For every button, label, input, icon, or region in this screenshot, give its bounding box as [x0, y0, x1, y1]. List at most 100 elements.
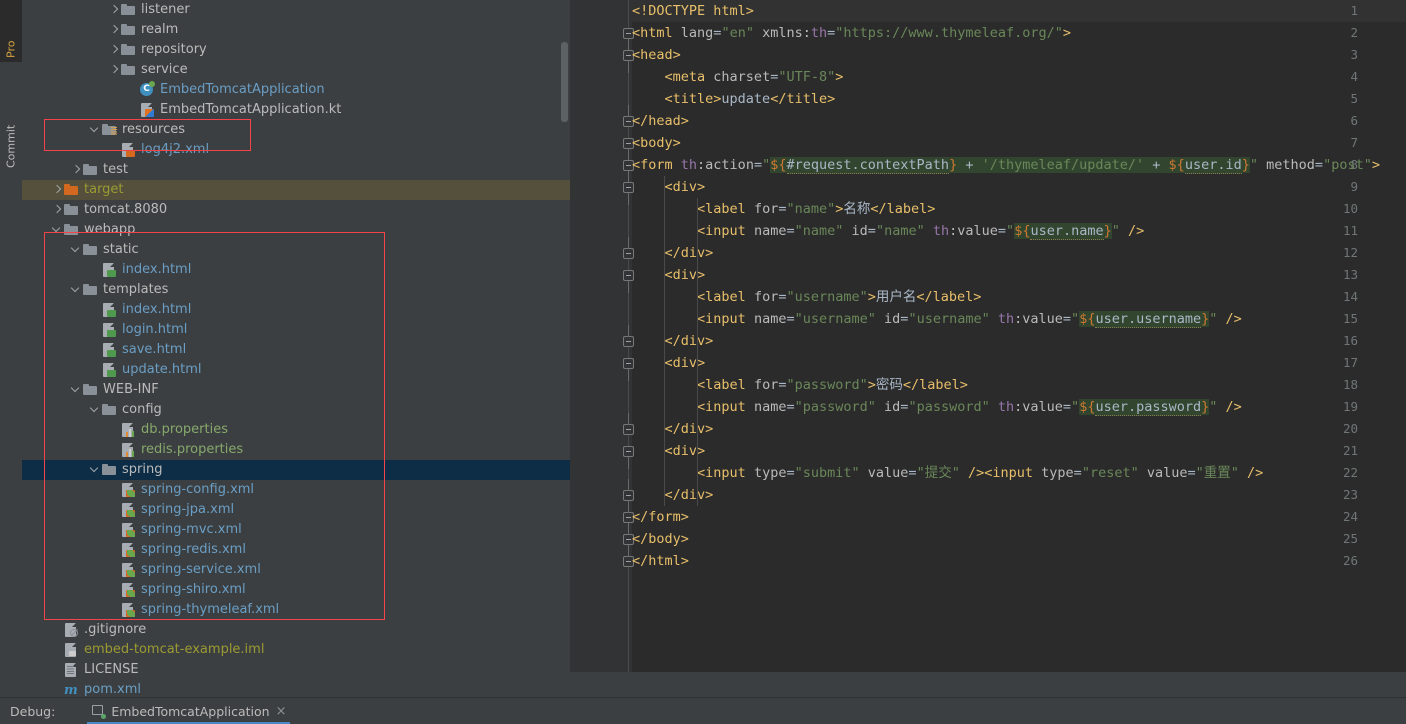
chevron-right-icon[interactable] — [51, 180, 63, 200]
tree-item-repository[interactable]: repository — [22, 40, 570, 60]
chevron-down-icon[interactable] — [70, 380, 82, 400]
tree-item-label: spring-service.xml — [141, 562, 261, 577]
tree-item-label: redis.properties — [141, 442, 244, 457]
line-number: 23 — [1342, 487, 1358, 502]
tree-item-redis-properties[interactable]: redis.properties — [22, 440, 570, 460]
code-token: = — [1187, 465, 1196, 481]
tree-item-static[interactable]: static — [22, 240, 570, 260]
tree-item-spring-service-xml[interactable]: spring-service.xml — [22, 560, 570, 580]
tree-item-service[interactable]: service — [22, 60, 570, 80]
chevron-right-icon[interactable] — [108, 40, 120, 60]
code-token: value — [1146, 465, 1188, 481]
chevron-down-icon[interactable] — [70, 280, 82, 300]
chevron-right-icon[interactable] — [108, 20, 120, 40]
tree-item-license[interactable]: LICENSE — [22, 660, 570, 680]
tree-item-spring-mvc-xml[interactable]: spring-mvc.xml — [22, 520, 570, 540]
tree-item-embedtomcatapplication[interactable]: C EmbedTomcatApplication — [22, 80, 570, 100]
code-token: user.password — [1095, 399, 1202, 416]
tree-scrollbar[interactable] — [561, 42, 568, 122]
chevron-placeholder — [89, 340, 101, 360]
tree-item-tomcat-8080[interactable]: tomcat.8080 — [22, 200, 570, 220]
debug-tool-window-bar[interactable]: Debug: EmbedTomcatApplication × — [0, 697, 1406, 724]
tree-item-log4j2-xml[interactable]: log4j2.xml — [22, 140, 570, 160]
code-token: lang — [680, 25, 714, 41]
tree-item-embedtomcatapplication-kt[interactable]: EmbedTomcatApplication.kt — [22, 100, 570, 120]
chevron-down-icon[interactable] — [89, 120, 101, 140]
tree-item-webapp[interactable]: webapp — [22, 220, 570, 240]
debug-tab-embedtomcatapplication[interactable]: EmbedTomcatApplication × — [87, 698, 291, 724]
code-token: user.name — [1030, 223, 1104, 240]
code-token: /> — [967, 465, 985, 481]
chevron-placeholder — [108, 580, 120, 600]
tree-item-save-html[interactable]: save.html — [22, 340, 570, 360]
code-token: + — [1144, 157, 1169, 173]
tree-item-label: templates — [103, 282, 169, 297]
tree-item-test[interactable]: test — [22, 160, 570, 180]
code-token: th — [997, 311, 1015, 327]
code-line: <div> — [632, 176, 706, 198]
tree-item-index-html[interactable]: index.html — [22, 260, 570, 280]
chevron-down-icon[interactable] — [70, 240, 82, 260]
tree-item-web-inf[interactable]: WEB-INF — [22, 380, 570, 400]
tree-item-db-properties[interactable]: db.properties — [22, 420, 570, 440]
spring-xml-icon — [120, 602, 136, 618]
tree-item-label: spring — [122, 462, 163, 477]
code-token: <input — [984, 465, 1034, 481]
tool-tab-commit[interactable]: Commit — [0, 62, 22, 172]
chevron-down-icon[interactable] — [89, 400, 101, 420]
code-token: <input — [697, 311, 746, 327]
tree-item-spring-config-xml[interactable]: spring-config.xml — [22, 480, 570, 500]
tree-item-pom-xml[interactable]: m pom.xml — [22, 680, 570, 697]
tree-item-realm[interactable]: realm — [22, 20, 570, 40]
chevron-placeholder — [108, 500, 120, 520]
commit-tab-label: Commit — [4, 124, 18, 168]
line-number: 3 — [1350, 47, 1358, 62]
code-token: for — [753, 201, 779, 217]
code-token: </div> — [664, 487, 714, 503]
tree-item-listener[interactable]: listener — [22, 0, 570, 20]
project-tree-panel[interactable]: listener realm repository service C EmbedTomc… — [22, 0, 570, 697]
iml-file-icon — [63, 642, 79, 658]
chevron-right-icon[interactable] — [51, 200, 63, 220]
code-token: "submit" — [794, 465, 860, 481]
chevron-right-icon[interactable] — [108, 0, 120, 20]
tool-window-strip: Pro Commit — [0, 0, 22, 697]
tree-item-spring-thymeleaf-xml[interactable]: spring-thymeleaf.xml — [22, 600, 570, 620]
code-token: = — [786, 465, 795, 481]
tree-item-target[interactable]: target — [22, 180, 570, 200]
tree-item-update-html[interactable]: update.html — [22, 360, 570, 380]
chevron-placeholder — [108, 600, 120, 620]
chevron-right-icon[interactable] — [108, 60, 120, 80]
code-editor[interactable]: 1 <!DOCTYPE html> 2 <html lang="en" xmlns:t… — [570, 0, 1406, 672]
tree-item-spring-jpa-xml[interactable]: spring-jpa.xml — [22, 500, 570, 520]
maven-file-icon: m — [64, 683, 78, 697]
close-icon[interactable]: × — [276, 704, 287, 719]
code-token: </div> — [664, 245, 714, 261]
chevron-down-icon[interactable] — [51, 220, 63, 240]
code-token: "name" — [786, 201, 836, 217]
code-token: > — [835, 69, 844, 85]
tree-item-spring-shiro-xml[interactable]: spring-shiro.xml — [22, 580, 570, 600]
tree-item-config[interactable]: config — [22, 400, 570, 420]
tree-item-resources[interactable]: resources — [22, 120, 570, 140]
tree-item-templates[interactable]: templates — [22, 280, 570, 300]
tool-tab-project[interactable]: Pro — [0, 0, 22, 62]
tree-item-spring-redis-xml[interactable]: spring-redis.xml — [22, 540, 570, 560]
chevron-down-icon[interactable] — [89, 460, 101, 480]
code-token: <meta — [664, 69, 706, 85]
tree-item-label: realm — [141, 22, 179, 37]
tree-item-embed-tomcat-example-iml[interactable]: embed-tomcat-example.iml — [22, 640, 570, 660]
tree-item-gitignore[interactable]: .gitignore — [22, 620, 570, 640]
tree-item-spring[interactable]: spring — [22, 460, 570, 480]
tree-item-login-html[interactable]: login.html — [22, 320, 570, 340]
code-token: :value — [1014, 399, 1063, 415]
chevron-right-icon[interactable] — [70, 160, 82, 180]
code-token: charset — [713, 69, 771, 85]
chevron-placeholder — [89, 300, 101, 320]
code-token: = — [753, 157, 763, 173]
tree-item-index-html[interactable]: index.html — [22, 300, 570, 320]
